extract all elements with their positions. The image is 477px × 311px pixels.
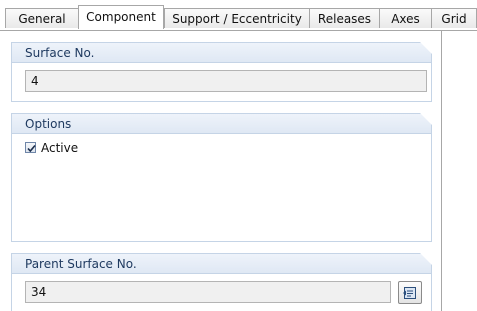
tab-general[interactable]: General — [5, 8, 79, 28]
parent-surface-no-field[interactable]: 34 — [25, 281, 391, 303]
parent-surface-no-group-header: Parent Surface No. — [12, 253, 432, 274]
tab-support-eccentricity[interactable]: Support / Eccentricity — [164, 8, 310, 28]
active-checkbox[interactable] — [25, 142, 36, 153]
options-group: Options Active — [11, 113, 432, 242]
select-from-graphic-icon — [403, 287, 416, 299]
parent-surface-no-title: Parent Surface No. — [25, 257, 137, 271]
tab-component[interactable]: Component — [78, 5, 164, 29]
surface-no-group: Surface No. 4 — [11, 42, 432, 102]
select-parent-surface-button[interactable] — [398, 281, 422, 304]
tab-grid[interactable]: Grid — [431, 8, 477, 28]
tab-releases[interactable]: Releases — [309, 8, 380, 28]
surface-no-field[interactable]: 4 — [25, 70, 427, 92]
surface-no-group-header: Surface No. — [12, 42, 432, 63]
tab-strip: General Component Support / Eccentricity… — [0, 0, 477, 31]
tab-axes[interactable]: Axes — [379, 8, 432, 28]
checkmark-icon — [27, 144, 36, 153]
tab-strip-divider — [0, 30, 477, 31]
parent-surface-no-group: Parent Surface No. 34 — [11, 253, 432, 311]
options-title: Options — [25, 117, 72, 131]
active-checkbox-label: Active — [41, 141, 79, 155]
surface-no-title: Surface No. — [25, 46, 95, 60]
options-group-header: Options — [12, 113, 432, 134]
